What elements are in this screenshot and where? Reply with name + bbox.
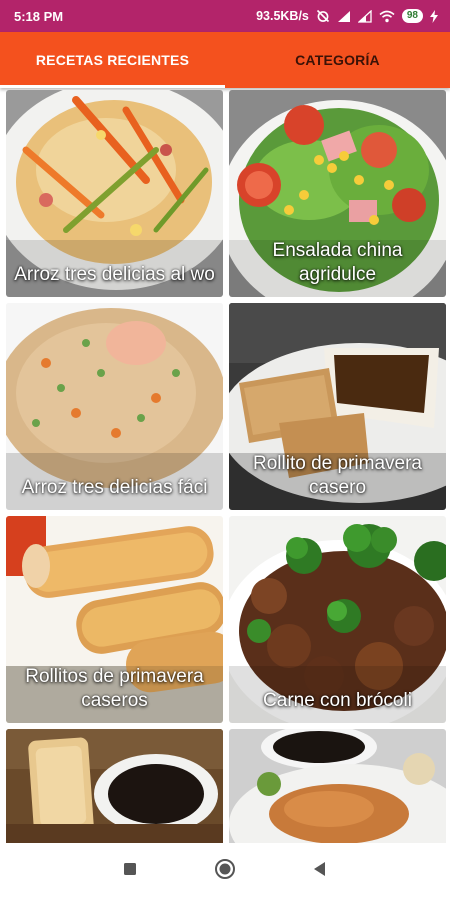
signal-2-icon (357, 9, 372, 23)
home-button[interactable] (178, 843, 273, 900)
network-speed: 93.5KB/s (256, 9, 309, 23)
recipe-card[interactable]: Rollitos de primavera caseros (6, 516, 223, 723)
system-nav-bar (0, 843, 450, 900)
recipe-card[interactable] (229, 729, 446, 843)
back-button[interactable] (273, 843, 368, 900)
recipe-title: Arroz tres delicias al wo (14, 264, 215, 285)
home-icon (214, 858, 236, 885)
recipe-card[interactable]: Ensalada china agridulce (229, 90, 446, 297)
recipe-grid: Arroz tres delicias al wo Ensalada china… (0, 88, 450, 843)
recipe-title: Ensalada china agridulce (272, 240, 403, 285)
recipe-image (6, 729, 223, 843)
recipe-title: Carne con brócoli (263, 690, 412, 711)
recipe-card[interactable]: Arroz tres delicias fáci (6, 303, 223, 510)
recipe-title: Rollito de primavera casero (253, 453, 422, 498)
recent-apps-button[interactable] (83, 843, 178, 900)
alarm-off-icon (316, 9, 330, 23)
recipe-card[interactable] (6, 729, 223, 843)
recipe-card[interactable]: Carne con brócoli (229, 516, 446, 723)
tab-bar: RECETAS RECIENTES CATEGORÍA (0, 32, 450, 88)
tab-recetas-recientes[interactable]: RECETAS RECIENTES (0, 32, 225, 88)
status-icons: 93.5KB/s 98 (256, 9, 438, 23)
back-icon (313, 861, 327, 882)
recipe-title: Arroz tres delicias fáci (21, 477, 208, 498)
status-time: 5:18 PM (14, 8, 64, 24)
wifi-icon (379, 10, 395, 23)
charging-icon (430, 9, 438, 23)
recipe-image (229, 729, 446, 843)
recipe-card[interactable]: Rollito de primavera casero (229, 303, 446, 510)
signal-icon (337, 10, 351, 23)
recent-apps-icon (123, 862, 137, 881)
tab-categoria[interactable]: CATEGORÍA (225, 32, 450, 88)
status-bar: 5:18 PM 93.5KB/s 98 (0, 0, 450, 32)
battery-icon: 98 (401, 9, 423, 23)
recipe-title: Rollitos de primavera caseros (25, 666, 204, 711)
recipe-card[interactable]: Arroz tres delicias al wo (6, 90, 223, 297)
